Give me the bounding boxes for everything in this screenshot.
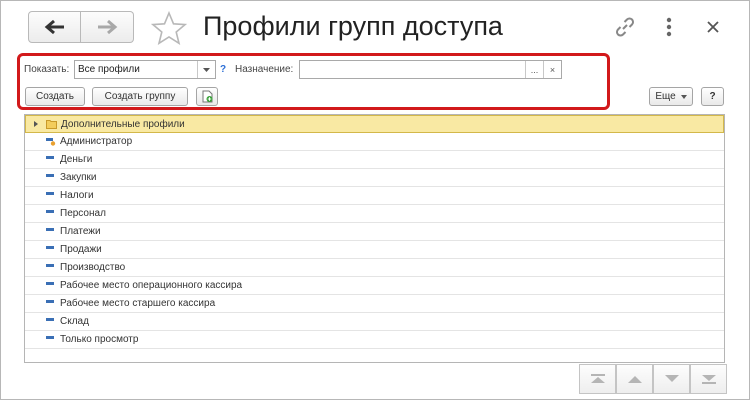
list-item-label: Персонал [60,208,106,219]
show-filter-help-link[interactable]: ? [220,64,226,75]
forward-button[interactable] [81,11,134,43]
more-vertical-icon [666,17,672,37]
show-label: Показать: [24,64,70,75]
profile-icon [46,246,54,249]
profile-icon [46,156,54,159]
app-window: Профили групп доступа Показать: Все проф… [0,0,750,400]
list-item[interactable]: Платежи [25,223,724,241]
purpose-clear-button[interactable]: × [543,61,561,78]
double-chevron-down-icon [701,375,716,384]
list-item-label: Администратор [60,136,133,147]
list-item-label: Рабочее место старшего кассира [60,298,216,309]
double-chevron-up-icon [590,374,605,383]
list-item-label: Деньги [60,154,93,165]
close-icon [707,21,719,33]
arrow-right-icon [98,19,118,35]
list-item[interactable]: Дополнительные профили [25,115,724,133]
link-icon [615,17,635,37]
profile-icon [46,228,54,231]
chevron-down-icon [680,94,687,99]
list-item[interactable]: Налоги [25,187,724,205]
list-item[interactable]: Продажи [25,241,724,259]
list-item-label: Платежи [60,226,101,237]
arrow-left-icon [44,19,64,35]
profile-icon [46,192,54,195]
show-filter-select[interactable]: Все профили [74,60,216,79]
list-item[interactable]: Рабочее место старшего кассира [25,295,724,313]
more-actions-label: Еще [655,91,676,102]
more-actions-button[interactable]: Еще [649,87,693,106]
document-add-icon [202,90,212,103]
list-item-label: Склад [60,316,89,327]
close-button[interactable] [701,15,725,39]
list-item-label: Продажи [60,244,102,255]
move-down-button[interactable] [653,364,690,394]
purpose-label: Назначение: [235,64,294,75]
expand-arrow-icon[interactable] [34,121,38,127]
list-item-label: Дополнительные профили [61,119,185,130]
profiles-list[interactable]: Дополнительные профили Администратор Ден… [24,114,725,363]
move-to-top-button[interactable] [579,364,616,394]
list-item-label: Производство [60,262,126,273]
chevron-up-icon [627,376,642,383]
create-button[interactable]: Создать [25,87,85,106]
show-filter-value: Все профили [78,64,140,75]
dropdown-button[interactable] [197,61,215,78]
list-item[interactable]: Только просмотр [25,331,724,349]
folder-icon [46,120,57,129]
list-item-label: Рабочее место операционного кассира [60,280,243,291]
profile-admin-icon [46,138,56,146]
list-item[interactable]: Персонал [25,205,724,223]
help-button[interactable]: ? [701,87,724,106]
list-item[interactable]: Склад [25,313,724,331]
purpose-field[interactable]: ... × [299,60,562,79]
link-button[interactable] [613,15,637,39]
chevron-down-icon [664,375,679,382]
profile-icon [46,282,54,285]
star-icon[interactable] [151,11,187,45]
more-menu-button[interactable] [657,15,681,39]
list-item-label: Закупки [60,172,97,183]
back-button[interactable] [28,11,81,43]
list-item-label: Только просмотр [60,334,139,345]
profile-icon [46,264,54,267]
list-item-label: Налоги [60,190,94,201]
list-item[interactable]: Рабочее место операционного кассира [25,277,724,295]
list-item[interactable]: Администратор [25,133,724,151]
move-up-button[interactable] [616,364,653,394]
list-item[interactable]: Производство [25,259,724,277]
chevron-down-icon [203,67,210,72]
profile-icon [46,174,54,177]
print-button[interactable] [196,87,218,106]
move-to-bottom-button[interactable] [690,364,727,394]
profile-icon [46,336,54,339]
profile-icon [46,300,54,303]
profile-icon [46,318,54,321]
page-title: Профили групп доступа [203,11,503,41]
list-item[interactable]: Закупки [25,169,724,187]
profile-icon [46,210,54,213]
purpose-select-button[interactable]: ... [525,61,543,78]
create-group-button[interactable]: Создать группу [92,87,188,106]
list-item[interactable]: Деньги [25,151,724,169]
